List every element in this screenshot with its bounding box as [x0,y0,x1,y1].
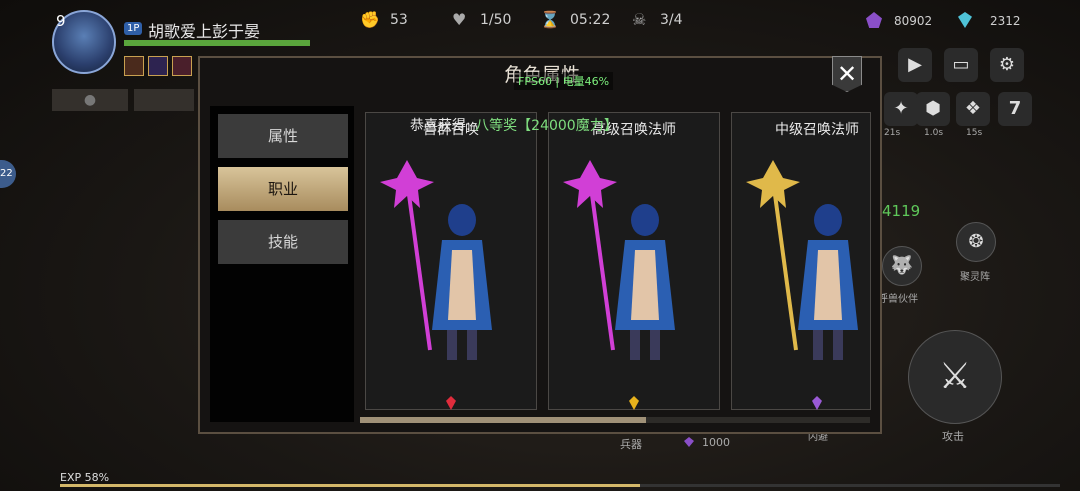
player-name: 胡歌爱上彭于晏 [148,22,261,41]
buff-search-icon[interactable] [124,56,144,76]
player-level: 9 [56,12,66,30]
demon-mask-icon: ☠ [632,10,647,29]
screen-icon[interactable]: ▭ [944,48,978,82]
timer-icon: ⌛ [540,10,560,29]
score-label: 4119 [882,202,921,220]
cooldown-label: 15s [966,128,983,138]
bottom-label: 1000 [702,436,730,449]
skill-slot-icon[interactable]: ⬢ [916,92,950,126]
tab-attributes[interactable]: 属性 [218,114,348,158]
hud-stat-value: 3/4 [660,12,683,28]
skill-label: 聚灵阵 [960,272,990,283]
summoner-figure [746,160,858,360]
scrollbar-thumb[interactable] [360,417,646,423]
close-button[interactable]: ✕ [832,56,862,92]
tab-skills[interactable]: 技能 [218,220,348,264]
skill-label: 呼兽伙伴 [878,294,918,305]
fist-icon: ✊ [360,10,380,29]
attack-label: 攻击 [942,430,964,443]
staff [380,160,434,351]
close-icon: ✕ [836,60,858,88]
currency-value: 2312 [990,14,1021,28]
buff-spider-icon[interactable] [148,56,168,76]
hud-stat-value: 1/50 [480,12,512,28]
exp-label: EXP 58% [60,471,110,484]
tab-profession[interactable]: 职业 [218,167,348,211]
purple-gem-icon [684,437,694,447]
bottom-label: 兵器 [620,438,642,451]
hud-stat-value: 05:22 [570,12,611,28]
cooldown-label: 1.0s [924,128,944,138]
hud-stat-value: 53 [390,12,408,28]
sword-icon: ⚔ [938,356,972,397]
heart-pulse-icon: ♥ [452,10,467,29]
spirit-array-icon[interactable]: ❂ [956,222,996,262]
left-badge[interactable]: 22 [0,160,16,188]
reward-text: 八等奖【24000魔力】 [475,118,618,134]
attack-button[interactable]: ⚔ [908,330,1002,424]
wolf-icon[interactable]: 🐺 [882,246,922,286]
class-card-title: 中级召唤法师 [775,122,859,138]
gear-icon[interactable]: ⚙ [990,48,1024,82]
buff-heart-icon[interactable] [172,56,192,76]
staff [746,160,800,351]
currency-value: 80902 [894,14,933,28]
play-icon[interactable]: ▶ [898,48,932,82]
fps-indicator: FPS60 | 电量46% [514,72,614,90]
reward-notice: 恭喜获得: 八等奖【24000魔力】 [410,115,618,135]
skill-seven-icon[interactable]: 7 [998,92,1032,126]
skill-slot-icon[interactable]: ❖ [956,92,990,126]
party-slot[interactable] [134,89,194,111]
exp-bar-fill [60,484,640,487]
summoner-figure [380,160,492,360]
purple-gem-icon [866,12,882,28]
summoner-figure [563,160,675,360]
party-slot[interactable]: ● [52,89,128,111]
user-icon: ● [83,92,97,108]
reward-prefix: 恭喜获得: [410,118,471,134]
cyan-crystal-icon [958,12,972,28]
player-tag: 1P [124,22,143,35]
staff [563,160,617,351]
hp-bar-fill [124,40,310,46]
